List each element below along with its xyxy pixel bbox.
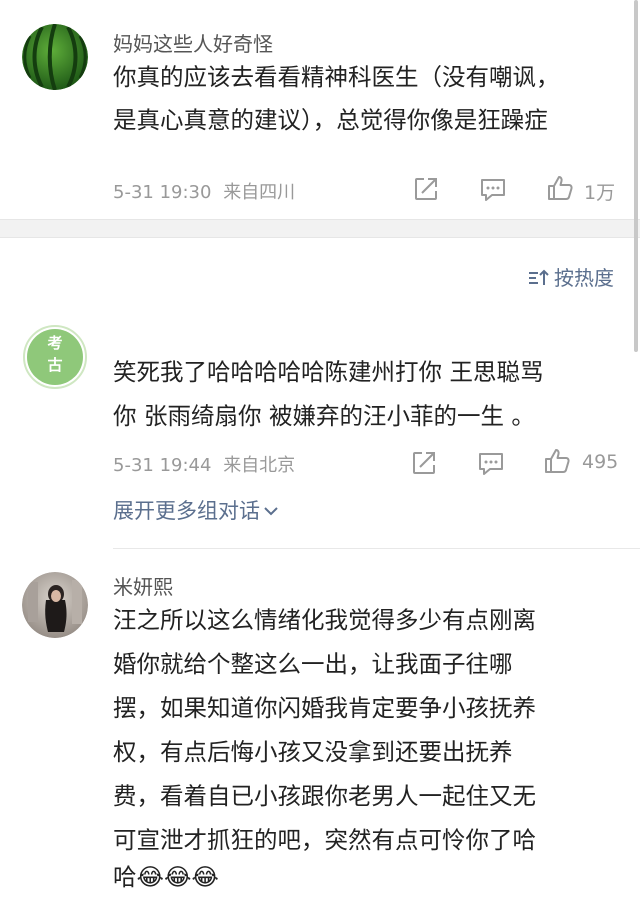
user-photo-icon xyxy=(22,572,88,638)
comment-line: 汪之所以这么情绪化我觉得多少有点刚离 xyxy=(113,606,536,634)
scrollbar[interactable] xyxy=(634,0,638,352)
user-photo-avatar[interactable] xyxy=(22,572,88,638)
comment-line: 费，看着自已小孩跟你老男人一起住又无 xyxy=(113,782,536,810)
comment-line: 婚你就给个整这么一出，让我面子往哪 xyxy=(113,650,513,678)
comment-line: 可宣泄才抓狂的吧，突然有点可怜你了哈 xyxy=(113,826,536,854)
comment-3: 米妍熙 汪之所以这么情绪化我觉得多少有点刚离 婚你就给个整这么一出，让我面子往哪… xyxy=(0,0,640,908)
comment-line: 摆，如果知道你闪婚我肯定要争小孩抚养 xyxy=(113,694,536,722)
comment-line: 哈😂😂😂 xyxy=(113,863,219,891)
comment-line: 权，有点后悔小孩又没拿到还要出抚养 xyxy=(113,738,513,766)
comment-username[interactable]: 米妍熙 xyxy=(113,571,173,600)
